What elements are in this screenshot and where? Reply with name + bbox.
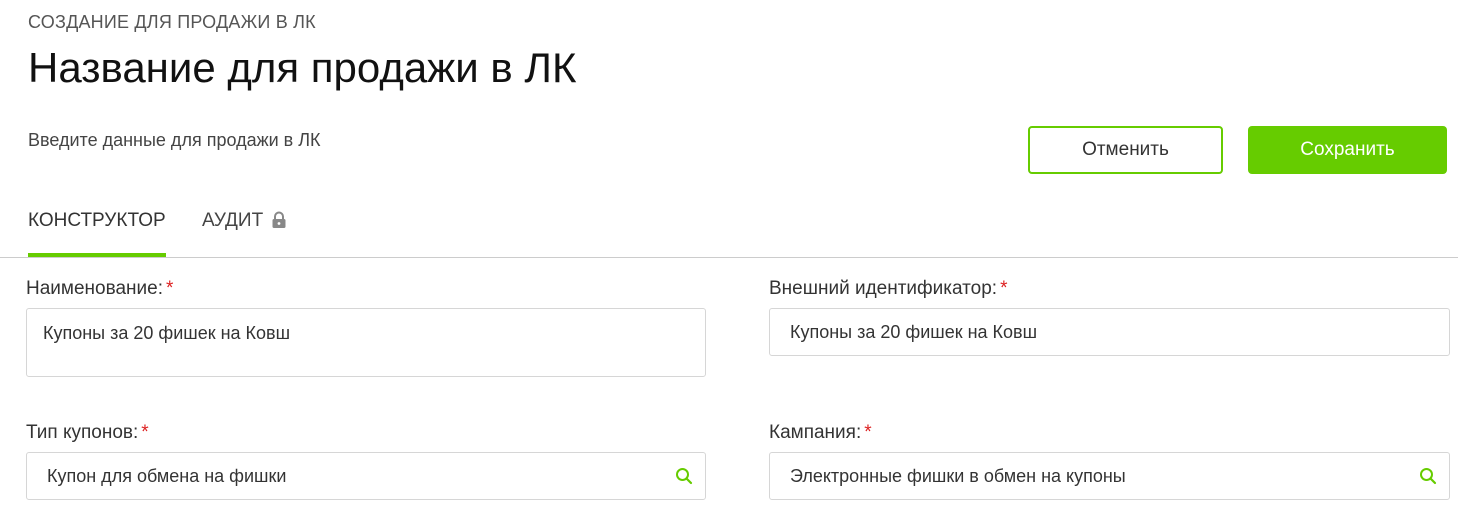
external-id-value: Купоны за 20 фишек на Ковш — [790, 322, 1038, 342]
coupon-type-label-text: Тип купонов: — [26, 422, 139, 443]
lock-icon — [271, 211, 287, 229]
required-mark: * — [141, 422, 149, 443]
page-subtitle: Введите данные для продажи в ЛК — [28, 130, 321, 150]
tab-constructor-label: КОНСТРУКТОР — [28, 210, 166, 231]
campaign-value: Электронные фишки в обмен на купоны — [790, 466, 1126, 486]
breadcrumb: СОЗДАНИЕ ДЛЯ ПРОДАЖИ В ЛК — [28, 12, 316, 32]
coupon-type-label: Тип купонов: * — [26, 422, 149, 444]
name-label-text: Наименование: — [26, 278, 163, 299]
campaign-label: Кампания: * — [769, 422, 872, 444]
external-id-label-text: Внешний идентификатор: — [769, 278, 998, 299]
tab-constructor[interactable]: КОНСТРУКТОР — [28, 210, 166, 257]
campaign-label-text: Кампания: — [769, 422, 862, 443]
name-value: Купоны за 20 фишек на Ковш — [43, 323, 291, 343]
coupon-type-lookup[interactable]: Купон для обмена на фишки — [26, 452, 706, 500]
tab-audit[interactable]: АУДИТ — [202, 210, 287, 256]
required-mark: * — [1000, 278, 1008, 299]
save-button[interactable]: Сохранить — [1248, 126, 1447, 174]
name-label: Наименование: * — [26, 278, 173, 300]
page-title: Название для продажи в ЛК — [28, 44, 577, 91]
external-id-input[interactable]: Купоны за 20 фишек на Ковш — [769, 308, 1450, 356]
tab-audit-label: АУДИТ — [202, 210, 264, 231]
search-icon[interactable] — [1419, 467, 1437, 485]
external-id-label: Внешний идентификатор: * — [769, 278, 1007, 300]
coupon-type-value: Купон для обмена на фишки — [47, 466, 287, 486]
cancel-button[interactable]: Отменить — [1028, 126, 1223, 174]
tab-bar: КОНСТРУКТОР АУДИТ — [0, 196, 1458, 258]
search-icon[interactable] — [675, 467, 693, 485]
name-textarea[interactable]: Купоны за 20 фишек на Ковш — [26, 308, 706, 377]
required-mark: * — [864, 422, 872, 443]
required-mark: * — [166, 278, 174, 299]
campaign-lookup[interactable]: Электронные фишки в обмен на купоны — [769, 452, 1450, 500]
